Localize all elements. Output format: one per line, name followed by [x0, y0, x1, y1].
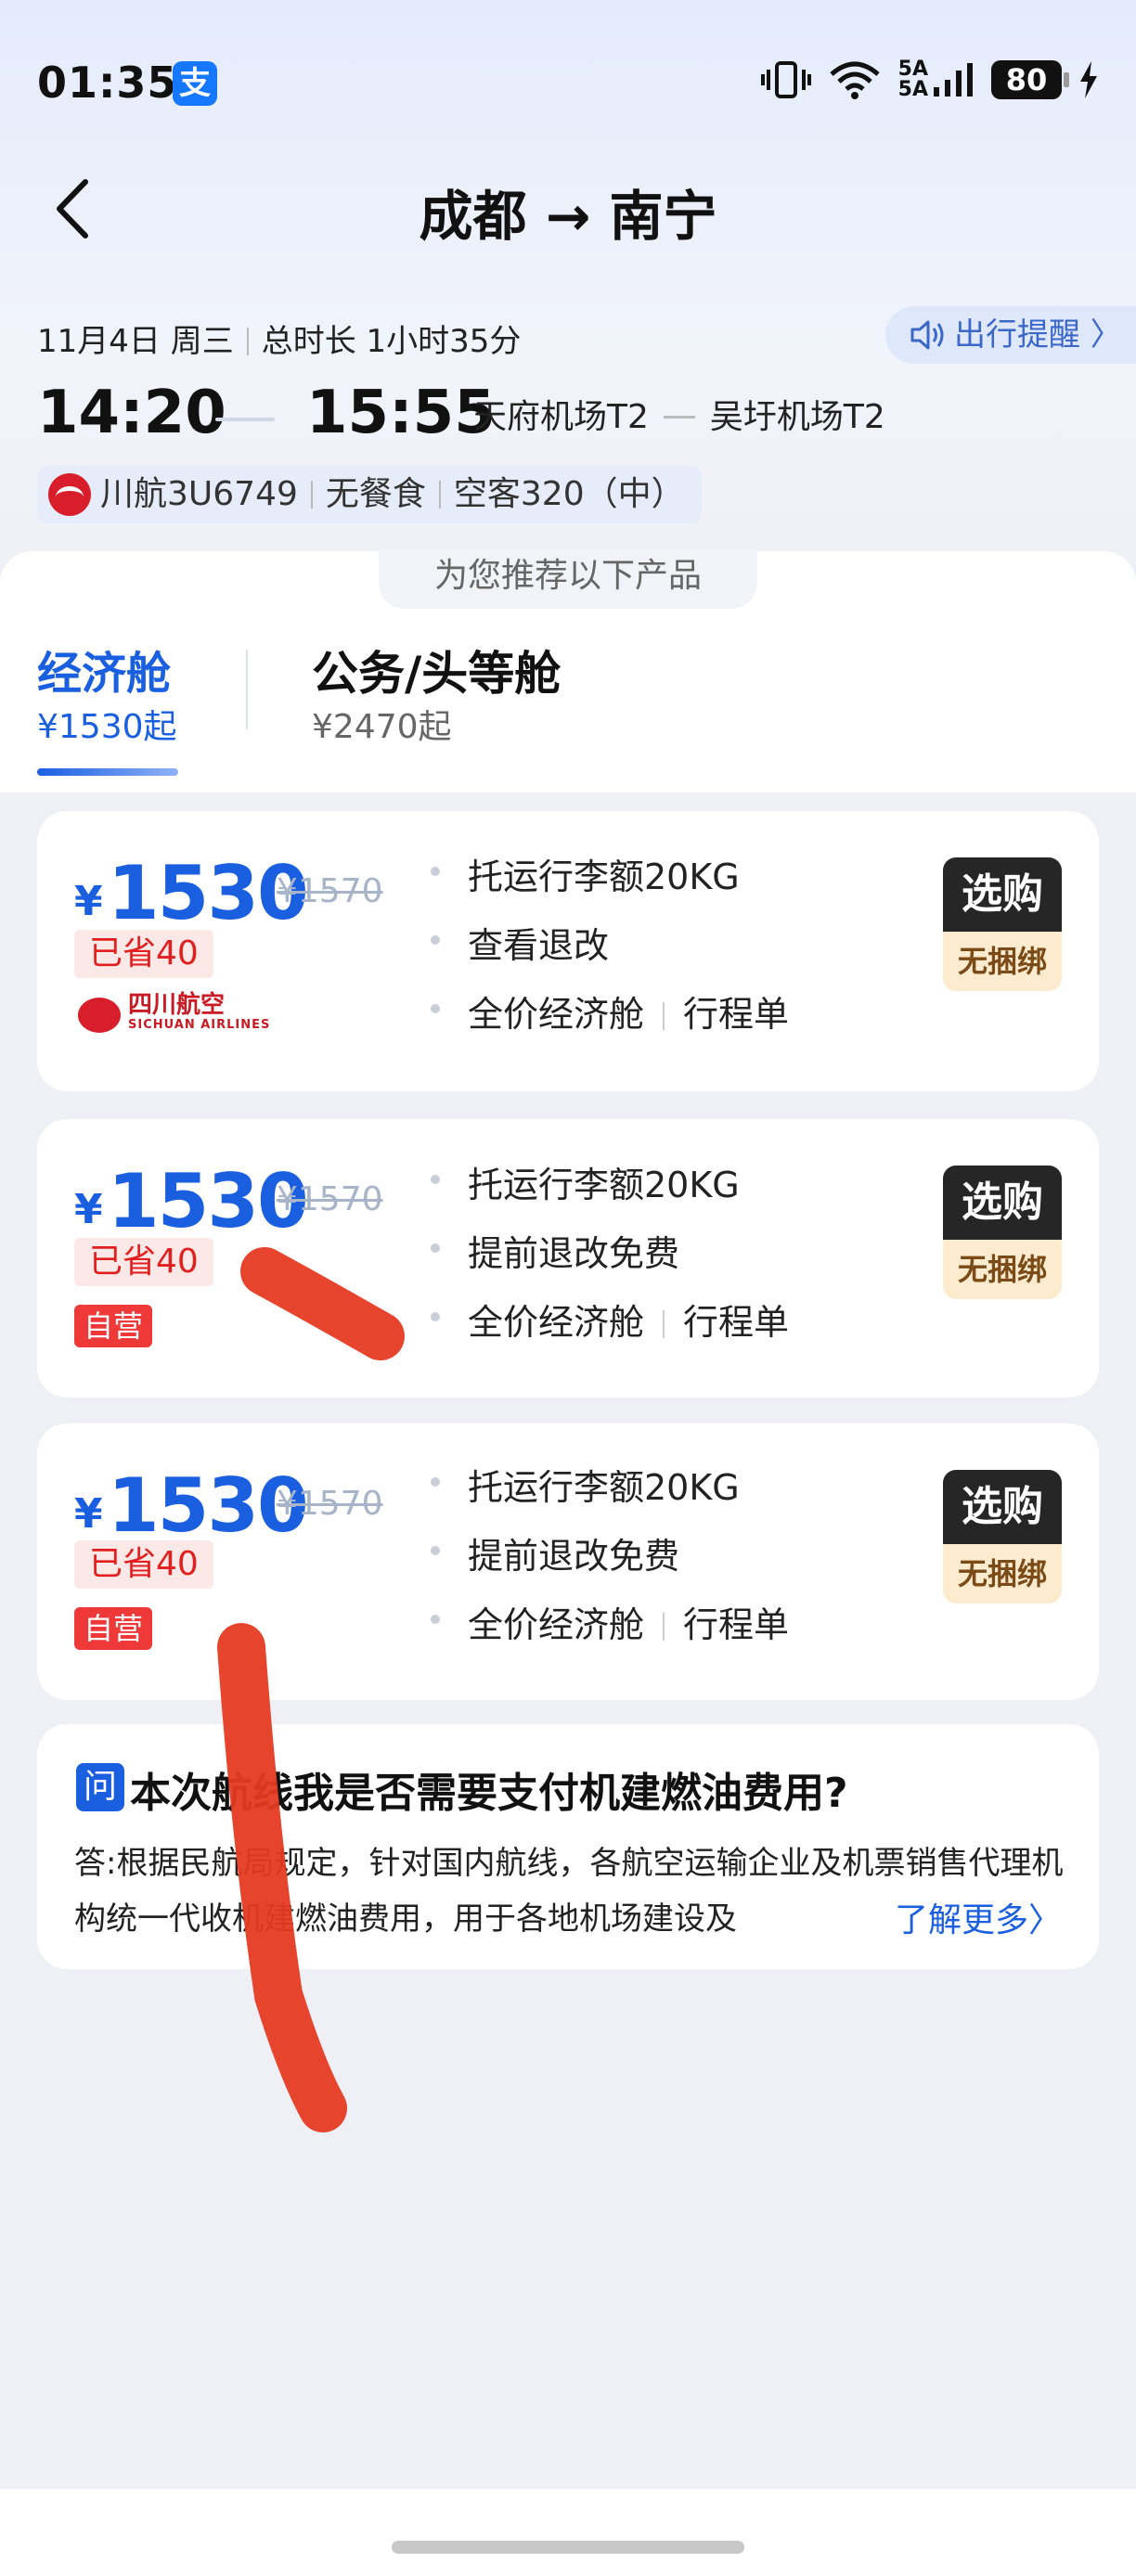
alipay-icon: 支: [173, 61, 217, 106]
tab-economy-label: 经济舱: [37, 648, 172, 700]
no-bundle-label: 无捆绑: [943, 1544, 1062, 1604]
battery-indicator: 80: [991, 60, 1069, 99]
flight-duration: 总时长 1小时35分: [261, 323, 522, 360]
feature-fare-class: 全价经济舱 行程单: [430, 985, 790, 1037]
feature-itinerary: 行程单: [683, 1302, 790, 1343]
depart-airport: 天府机场T2: [473, 398, 649, 436]
sichuan-airlines-logo-icon: [78, 998, 121, 1033]
learn-more-link[interactable]: 了解更多〉: [884, 1893, 1062, 1941]
time-arrow: [215, 418, 275, 421]
brand-name: 四川航空 SICHUAN AIRLINES: [128, 991, 271, 1032]
faq-question: 本次航线我是否需要支付机建燃油费用?: [130, 1770, 848, 1817]
wifi-icon: [830, 61, 880, 99]
sichuan-airlines-logo-icon: [48, 473, 91, 516]
bottom-area: [0, 2489, 1136, 2576]
travel-reminder-label: 出行提醒 〉: [954, 316, 1122, 354]
buy-button[interactable]: 选购 无捆绑: [943, 1470, 1062, 1604]
tab-divider: [246, 650, 248, 729]
flight-date-row: 11月4日 周三 总时长 1小时35分: [37, 316, 521, 361]
airport-connector: [663, 416, 695, 419]
feature-refund-link[interactable]: 查看退改: [430, 917, 609, 968]
sichuan-airlines-brand: 四川航空 SICHUAN AIRLINES: [78, 991, 271, 1036]
divider: [310, 481, 313, 509]
cell-signal-icon: [934, 63, 973, 97]
feature-baggage: 托运行李额20KG: [431, 1156, 740, 1207]
feature-baggage: 托运行李额20KG: [431, 1459, 740, 1510]
signal-indicator: 5A 5A: [898, 59, 975, 100]
arrive-airport: 吴圩机场T2: [709, 398, 885, 436]
recommend-label: 为您推荐以下产品: [379, 549, 757, 609]
saved-badge: 已省40: [74, 1540, 213, 1589]
original-price: ¥1570: [277, 1180, 383, 1218]
currency-symbol: ¥: [74, 1186, 103, 1233]
network-type-bottom: 5A: [897, 78, 928, 101]
currency-symbol: ¥: [74, 1490, 103, 1538]
saved-badge: 已省40: [74, 930, 213, 978]
feature-refund: 提前退改免费: [430, 1225, 679, 1276]
active-tab-indicator: [37, 768, 178, 776]
product-card[interactable]: ¥ 1530 ¥1570 已省40 自营 托运行李额20KG 提前退改免费 全价…: [37, 1423, 1099, 1700]
self-operated-tag: 自营: [74, 1607, 153, 1650]
network-type-top: 5A: [897, 58, 928, 81]
saved-badge: 已省40: [74, 1238, 213, 1286]
tab-economy-price: ¥1530起: [37, 708, 177, 746]
divider: [438, 481, 441, 509]
original-price: ¥1570: [277, 1485, 383, 1523]
home-indicator[interactable]: [392, 2541, 744, 2554]
flight-date: 11月4日 周三: [37, 323, 234, 360]
feature-baggage: 托运行李额20KG: [431, 848, 740, 899]
feature-itinerary: 行程单: [683, 994, 790, 1035]
product-card[interactable]: ¥ 1530 ¥1570 已省40 四川航空 SICHUAN AIRLINES 托…: [37, 811, 1099, 1091]
status-icons: 5A 5A 80: [760, 59, 1099, 100]
question-icon: 问: [76, 1763, 124, 1811]
buy-button[interactable]: 选购 无捆绑: [943, 857, 1062, 991]
aircraft-type: 空客320（中）: [453, 475, 685, 513]
depart-time: 14:20: [37, 379, 226, 447]
page-title: 成都 → 南宁: [419, 185, 717, 248]
buy-button[interactable]: 选购 无捆绑: [943, 1166, 1062, 1299]
vibrate-icon: [760, 61, 811, 98]
travel-reminder-button[interactable]: 出行提醒 〉: [885, 306, 1136, 364]
feature-fare-class: 全价经济舱 行程单: [430, 1294, 790, 1345]
speaker-icon: [910, 320, 944, 350]
feature-itinerary: 行程单: [683, 1604, 790, 1645]
tab-business-price: ¥2470起: [312, 708, 452, 746]
meal-info: 无餐食: [325, 475, 426, 513]
no-bundle-label: 无捆绑: [943, 932, 1062, 991]
charging-icon: [1080, 61, 1097, 98]
original-price: ¥1570: [277, 872, 383, 910]
buy-label: 选购: [943, 1166, 1062, 1240]
flight-number: 川航3U6749: [100, 475, 298, 513]
no-bundle-label: 无捆绑: [943, 1240, 1062, 1299]
divider: [246, 328, 249, 355]
flight-detail-chip[interactable]: 川航3U6749 无餐食 空客320（中）: [37, 466, 702, 523]
currency-symbol: ¥: [74, 878, 103, 925]
airports-row: 天府机场T2 吴圩机场T2: [473, 390, 885, 438]
faq-card[interactable]: 问 本次航线我是否需要支付机建燃油费用? 答:根据民航局规定，针对国内航线，各航…: [37, 1724, 1099, 1969]
buy-label: 选购: [943, 857, 1062, 932]
product-card[interactable]: ¥ 1530 ¥1570 已省40 自营 托运行李额20KG 提前退改免费 全价…: [37, 1119, 1099, 1397]
arrive-time: 15:55: [306, 379, 496, 447]
tab-business-label: 公务/头等舱: [312, 647, 562, 701]
status-time: 01:35: [37, 58, 178, 108]
feature-refund: 提前退改免费: [430, 1527, 679, 1578]
buy-label: 选购: [943, 1470, 1062, 1544]
self-operated-tag: 自营: [74, 1305, 153, 1347]
feature-fare-class: 全价经济舱 行程单: [430, 1596, 790, 1647]
